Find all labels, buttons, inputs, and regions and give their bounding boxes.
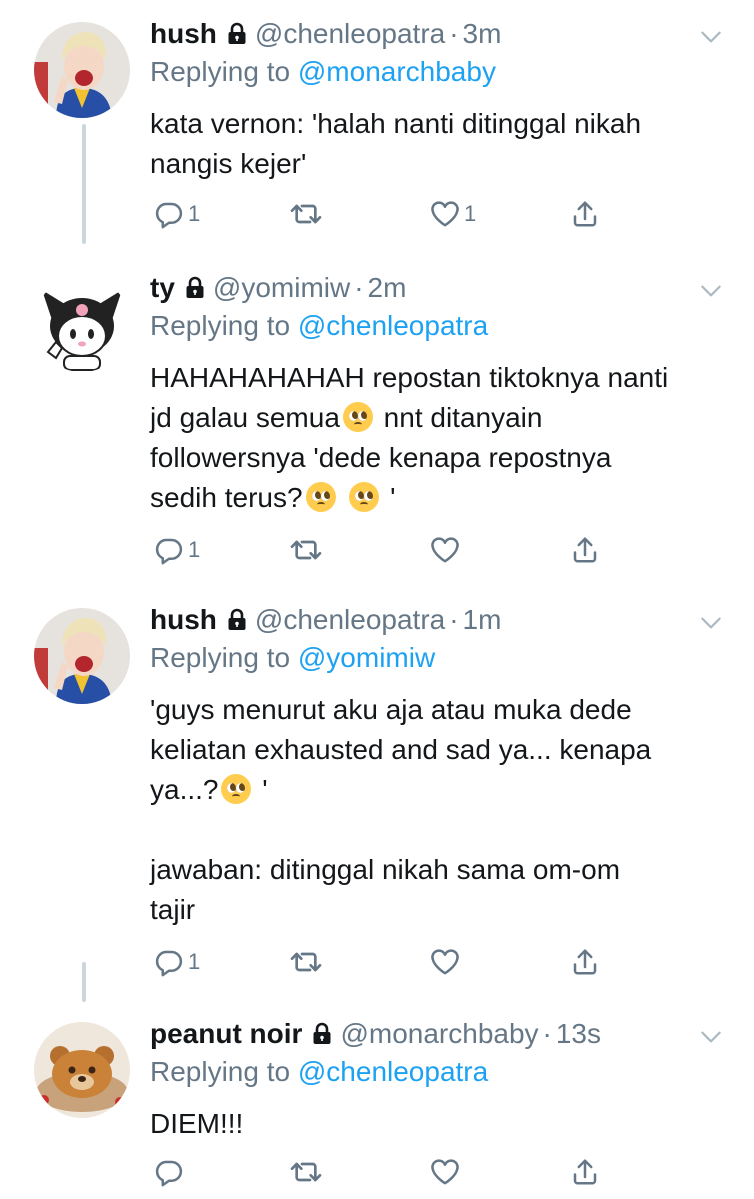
replying-to-label: Replying to — [150, 1056, 291, 1087]
tweet-text-part: ' jawaban: ditinggal nikah sama om-om ta… — [150, 774, 621, 925]
separator-dot: · — [449, 18, 459, 49]
reply-icon — [154, 199, 184, 229]
replying-to: Replying to @chenleopatra — [150, 308, 724, 344]
retweet-icon — [290, 198, 322, 230]
retweet-button[interactable] — [290, 196, 322, 232]
retweet-button[interactable] — [290, 532, 322, 568]
separator-dot: · — [354, 272, 364, 303]
reply-count: 1 — [188, 949, 201, 974]
separator-dot: · — [542, 1018, 552, 1049]
display-name[interactable]: peanut noir — [150, 1018, 302, 1049]
replying-to-label: Replying to — [150, 310, 291, 341]
replying-to: Replying to @monarchbaby — [150, 54, 724, 90]
timestamp[interactable]: 13s — [556, 1018, 601, 1049]
like-button[interactable]: 1 — [430, 196, 476, 232]
share-icon — [570, 947, 600, 977]
retweet-button[interactable] — [290, 1154, 322, 1190]
heart-icon — [430, 199, 460, 229]
lock-icon — [310, 1022, 334, 1046]
replying-to-link[interactable]: @chenleopatra — [298, 1056, 488, 1087]
like-button[interactable] — [430, 944, 464, 980]
lock-icon — [183, 276, 207, 300]
reply-count: 1 — [188, 537, 201, 562]
thread-line — [82, 962, 86, 1002]
tweet-text: kata vernon: 'halah nanti ditinggal nika… — [150, 108, 642, 179]
timestamp[interactable]: 2m — [368, 272, 407, 303]
retweet-button[interactable] — [290, 944, 322, 980]
username[interactable]: @yomimiw — [213, 272, 350, 303]
share-icon — [570, 199, 600, 229]
separator-dot: · — [449, 604, 459, 635]
like-button[interactable] — [430, 1154, 464, 1190]
display-name[interactable]: ty — [150, 272, 175, 303]
pleading-face-emoji — [349, 482, 380, 512]
avatar[interactable] — [34, 22, 130, 118]
heart-icon — [430, 947, 460, 977]
reply-icon — [154, 947, 184, 977]
timestamp[interactable]: 3m — [463, 18, 502, 49]
tweet-actions: 1 — [150, 944, 620, 980]
chevron-down-icon[interactable] — [698, 610, 724, 636]
tweet-actions: 1 — [150, 532, 620, 568]
pleading-face-emoji — [221, 774, 252, 804]
tweet-text: DIEM!!! — [150, 1108, 244, 1139]
replying-to-link[interactable]: @chenleopatra — [298, 310, 488, 341]
tweet-actions: 1 1 — [150, 196, 620, 232]
replying-to-label: Replying to — [150, 642, 291, 673]
replying-to-label: Replying to — [150, 56, 291, 87]
display-name[interactable]: hush — [150, 604, 217, 635]
retweet-icon — [290, 1156, 322, 1188]
lock-icon — [225, 608, 249, 632]
thread-line — [82, 124, 86, 244]
lock-icon — [225, 22, 249, 46]
username[interactable]: @chenleopatra — [255, 604, 445, 635]
tweet-text: HAHAHAHAHAH repostan tiktoknya nanti jd … — [150, 358, 724, 518]
share-icon — [570, 1157, 600, 1187]
share-button[interactable] — [570, 944, 600, 980]
tweet-text-part — [339, 482, 347, 513]
share-icon — [570, 535, 600, 565]
retweet-icon — [290, 946, 322, 978]
reply-icon — [154, 1157, 184, 1187]
pleading-face-emoji — [305, 482, 336, 512]
replying-to-link[interactable]: @monarchbaby — [298, 56, 496, 87]
share-button[interactable] — [570, 532, 600, 568]
avatar[interactable] — [34, 276, 130, 372]
replying-to-link[interactable]: @yomimiw — [298, 642, 435, 673]
chevron-down-icon[interactable] — [698, 24, 724, 50]
retweet-icon — [290, 534, 322, 566]
tweet-actions — [150, 1154, 620, 1190]
chevron-down-icon[interactable] — [698, 1024, 724, 1050]
reply-icon — [154, 535, 184, 565]
tweet-text: 'guys menurut aku aja atau muka dede kel… — [150, 690, 724, 930]
avatar[interactable] — [34, 608, 130, 704]
pleading-face-emoji — [342, 402, 373, 432]
avatar[interactable] — [34, 1022, 130, 1118]
heart-icon — [430, 1157, 460, 1187]
chevron-down-icon[interactable] — [698, 278, 724, 304]
share-button[interactable] — [570, 196, 600, 232]
reply-button[interactable]: 1 — [154, 532, 200, 568]
reply-count: 1 — [188, 201, 201, 226]
replying-to: Replying to @chenleopatra — [150, 1054, 724, 1090]
like-count: 1 — [464, 201, 477, 226]
username[interactable]: @monarchbaby — [340, 1018, 538, 1049]
reply-button[interactable]: 1 — [154, 944, 200, 980]
display-name[interactable]: hush — [150, 18, 217, 49]
heart-icon — [430, 535, 460, 565]
timestamp[interactable]: 1m — [463, 604, 502, 635]
username[interactable]: @chenleopatra — [255, 18, 445, 49]
share-button[interactable] — [570, 1154, 600, 1190]
replying-to: Replying to @yomimiw — [150, 640, 724, 676]
like-button[interactable] — [430, 532, 464, 568]
reply-button[interactable] — [154, 1154, 188, 1190]
tweet-text-part: ' — [382, 482, 396, 513]
reply-button[interactable]: 1 — [154, 196, 200, 232]
